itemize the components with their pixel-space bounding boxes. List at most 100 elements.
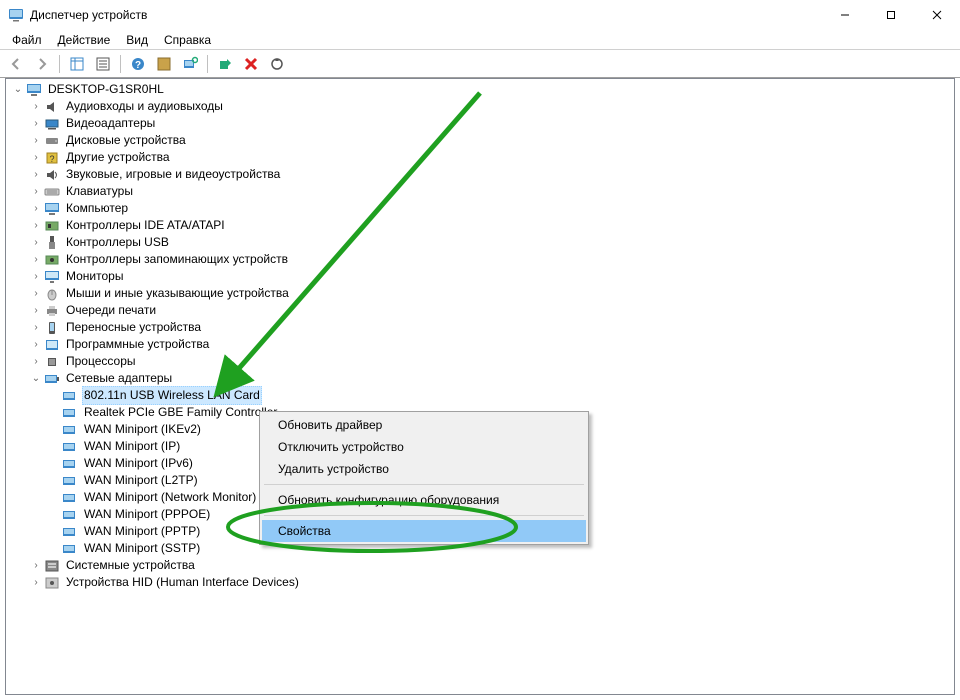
close-button[interactable] — [914, 0, 960, 30]
menu-file[interactable]: Файл — [4, 31, 50, 49]
collapse-icon[interactable]: ⌄ — [28, 371, 44, 387]
ctx-disable-device[interactable]: Отключить устройство — [262, 436, 586, 458]
expand-icon[interactable]: › — [28, 252, 44, 268]
expand-icon[interactable]: › — [28, 337, 44, 353]
expand-icon[interactable]: › — [28, 269, 44, 285]
category-node[interactable]: › Контроллеры запоминающих устройств — [6, 251, 954, 268]
category-node[interactable]: › Видеоадаптеры — [6, 115, 954, 132]
expand-icon[interactable]: › — [28, 354, 44, 370]
ctx-uninstall-device[interactable]: Удалить устройство — [262, 458, 586, 480]
maximize-button[interactable] — [868, 0, 914, 30]
category-node[interactable]: ›Процессоры — [6, 353, 954, 370]
back-button[interactable] — [4, 53, 28, 75]
show-hide-tree-button[interactable] — [65, 53, 89, 75]
update-driver-button[interactable] — [265, 53, 289, 75]
context-menu: Обновить драйвер Отключить устройство Уд… — [259, 411, 589, 545]
category-label: Звуковые, игровые и видеоустройства — [64, 166, 282, 183]
category-node[interactable]: › Мониторы — [6, 268, 954, 285]
toolbar: ? — [0, 50, 960, 78]
menu-help[interactable]: Справка — [156, 31, 219, 49]
network-adapter-icon — [62, 507, 78, 523]
audio-icon — [44, 99, 60, 115]
expand-icon[interactable]: › — [28, 133, 44, 149]
help-button[interactable]: ? — [126, 53, 150, 75]
minimize-button[interactable] — [822, 0, 868, 30]
monitor-icon — [44, 269, 60, 285]
category-node[interactable]: ›Клавиатуры — [6, 183, 954, 200]
category-node[interactable]: ›Контроллеры IDE ATA/ATAPI — [6, 217, 954, 234]
category-label: Переносные устройства — [64, 319, 203, 336]
device-wireless-lan-card[interactable]: 802.11n USB Wireless LAN Card — [6, 387, 954, 404]
expand-icon[interactable]: › — [28, 320, 44, 336]
network-adapter-icon — [62, 524, 78, 540]
expand-icon[interactable]: › — [28, 167, 44, 183]
category-label: Сетевые адаптеры — [64, 370, 174, 387]
menu-view[interactable]: Вид — [118, 31, 156, 49]
toolbar-separator — [120, 55, 121, 73]
network-adapter-icon — [62, 439, 78, 455]
category-label: Очереди печати — [64, 302, 158, 319]
expand-icon[interactable]: › — [28, 575, 44, 591]
titlebar: Диспетчер устройств — [0, 0, 960, 30]
category-node[interactable]: › Переносные устройства — [6, 319, 954, 336]
category-node[interactable]: ›Контроллеры USB — [6, 234, 954, 251]
forward-button[interactable] — [30, 53, 54, 75]
category-label: Аудиовходы и аудиовыходы — [64, 98, 225, 115]
expand-icon[interactable]: › — [28, 286, 44, 302]
properties-button[interactable] — [91, 53, 115, 75]
scan-hardware-button[interactable] — [178, 53, 202, 75]
network-adapter-icon — [62, 422, 78, 438]
category-node[interactable]: ›Системные устройства — [6, 557, 954, 574]
root-node[interactable]: ⌄ DESKTOP-G1SR0HL — [6, 81, 954, 98]
category-node[interactable]: › Компьютер — [6, 200, 954, 217]
category-node[interactable]: ›Дисковые устройства — [6, 132, 954, 149]
disk-icon — [44, 133, 60, 149]
toolbar-separator — [59, 55, 60, 73]
ctx-update-driver[interactable]: Обновить драйвер — [262, 414, 586, 436]
category-network-adapters[interactable]: ⌄ Сетевые адаптеры — [6, 370, 954, 387]
expand-icon[interactable]: › — [28, 218, 44, 234]
expand-icon[interactable]: › — [28, 184, 44, 200]
expand-icon[interactable]: › — [28, 558, 44, 574]
storage-controller-icon — [44, 252, 60, 268]
processor-icon — [44, 354, 60, 370]
ctx-properties[interactable]: Свойства — [262, 520, 586, 542]
category-node[interactable]: › Аудиовходы и аудиовыходы — [6, 98, 954, 115]
category-node[interactable]: ›?Другие устройства — [6, 149, 954, 166]
network-icon — [44, 371, 60, 387]
category-node[interactable]: ›Устройства HID (Human Interface Devices… — [6, 574, 954, 591]
category-node[interactable]: ›Мыши и иные указывающие устройства — [6, 285, 954, 302]
menubar: Файл Действие Вид Справка — [0, 30, 960, 50]
category-node[interactable]: › Звуковые, игровые и видеоустройства — [6, 166, 954, 183]
expand-icon[interactable]: › — [28, 201, 44, 217]
device-label: WAN Miniport (PPPOE) — [82, 506, 212, 523]
hid-icon — [44, 575, 60, 591]
enable-button[interactable] — [213, 53, 237, 75]
expand-icon[interactable]: › — [28, 235, 44, 251]
ctx-scan-hardware[interactable]: Обновить конфигурацию оборудования — [262, 489, 586, 511]
expand-icon[interactable]: › — [28, 150, 44, 166]
category-label: Видеоадаптеры — [64, 115, 157, 132]
unknown-device-icon: ? — [44, 150, 60, 166]
keyboard-icon — [44, 184, 60, 200]
device-label: WAN Miniport (IKEv2) — [82, 421, 203, 438]
category-label: Мониторы — [64, 268, 125, 285]
sound-icon — [44, 167, 60, 183]
display-adapter-icon — [44, 116, 60, 132]
network-adapter-icon — [62, 456, 78, 472]
category-label: Контроллеры запоминающих устройств — [64, 251, 290, 268]
ctx-separator — [264, 484, 584, 485]
computer-icon — [44, 201, 60, 217]
expand-icon[interactable]: › — [28, 116, 44, 132]
category-node[interactable]: ›Программные устройства — [6, 336, 954, 353]
menu-action[interactable]: Действие — [50, 31, 119, 49]
expand-icon[interactable]: › — [28, 99, 44, 115]
device-tree-panel: ⌄ DESKTOP-G1SR0HL › Аудиовходы и аудиовых… — [5, 78, 955, 695]
action-button[interactable] — [152, 53, 176, 75]
expand-icon[interactable]: › — [28, 303, 44, 319]
uninstall-button[interactable] — [239, 53, 263, 75]
category-label: Компьютер — [64, 200, 130, 217]
collapse-icon[interactable]: ⌄ — [10, 82, 26, 98]
ctx-separator — [264, 515, 584, 516]
category-node[interactable]: › Очереди печати — [6, 302, 954, 319]
